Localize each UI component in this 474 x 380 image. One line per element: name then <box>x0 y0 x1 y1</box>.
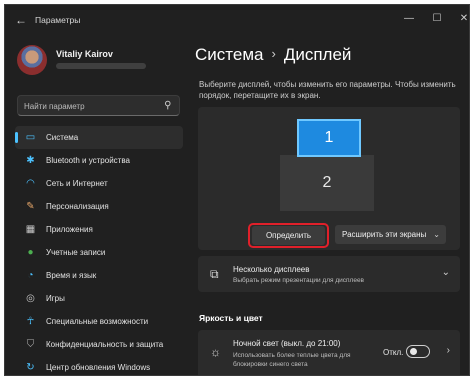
monitor-icon: ▭ <box>25 132 36 143</box>
sidebar-item-label: Учетные записи <box>46 248 106 257</box>
sidebar-item-label: Центр обновления Windows <box>46 363 151 372</box>
account-icon: ● <box>27 247 34 258</box>
brush-icon: ✎ <box>26 201 35 212</box>
wifi-icon: ◠ <box>26 178 35 189</box>
bluetooth-icon: ✱ <box>26 155 35 166</box>
user-email-redacted <box>56 63 146 69</box>
settings-window: ← Параметры — ☐ ✕ Vitaliy Kairov ⚲ ▭ Сис… <box>4 4 470 376</box>
sidebar-item-network[interactable]: ◠ Сеть и Интернет <box>15 172 183 195</box>
brightness-section-title: Яркость и цвет <box>199 313 263 323</box>
chevron-down-icon: ⌄ <box>433 230 440 239</box>
breadcrumb: Система › Дисплей <box>195 45 351 65</box>
gamepad-icon: ◎ <box>26 293 35 304</box>
multiple-displays-subtitle: Выбрать режим презентации для дисплеев <box>233 277 365 284</box>
sidebar-item-label: Специальные возможности <box>46 317 149 326</box>
night-light-title: Ночной свет (выкл. до 21:00) <box>233 339 341 348</box>
display-hint-text: Выберите дисплей, чтобы изменить его пар… <box>199 80 456 100</box>
search-box[interactable]: ⚲ <box>17 95 180 116</box>
night-light-subtitle: Использовать более теплые цвета для блок… <box>233 352 351 368</box>
breadcrumb-parent[interactable]: Система <box>195 45 263 64</box>
sidebar-item-bluetooth[interactable]: ✱ Bluetooth и устройства <box>15 149 183 172</box>
night-light-toggle[interactable] <box>406 345 430 358</box>
identify-button[interactable]: Определить <box>252 226 325 245</box>
back-arrow-icon[interactable]: ← <box>15 13 27 27</box>
monitor-2[interactable]: 2 <box>280 155 374 211</box>
minimize-button[interactable]: — <box>397 11 421 27</box>
night-light-toggle-label: Откл. <box>383 348 404 357</box>
user-name: Vitaliy Kairov <box>56 49 113 59</box>
maximize-button[interactable]: ☐ <box>425 11 449 27</box>
sidebar-item-windows-update[interactable]: ↻ Центр обновления Windows <box>15 356 183 375</box>
sidebar-item-apps[interactable]: ▦ Приложения <box>15 218 183 241</box>
title-bar: ← Параметры — ☐ ✕ <box>5 5 469 35</box>
multiple-displays-icon: ⧉ <box>210 267 219 281</box>
sidebar-item-accounts[interactable]: ● Учетные записи <box>15 241 183 264</box>
update-icon: ↻ <box>26 362 35 373</box>
avatar[interactable] <box>17 45 47 75</box>
monitor-label: 1 <box>324 129 334 146</box>
shield-icon: ⛉ <box>26 339 35 350</box>
sidebar-item-privacy[interactable]: ⛉ Конфиденциальность и защита <box>15 333 183 356</box>
breadcrumb-separator-icon: › <box>271 46 276 61</box>
sidebar-item-label: Персонализация <box>46 202 109 211</box>
sidebar-item-personalization[interactable]: ✎ Персонализация <box>15 195 183 218</box>
night-light-row[interactable]: ☼ Ночной свет (выкл. до 21:00) Использов… <box>198 330 460 375</box>
close-button[interactable]: ✕ <box>452 11 469 27</box>
monitor-label: 2 <box>322 174 332 191</box>
sidebar-item-gaming[interactable]: ◎ Игры <box>15 287 183 310</box>
extend-displays-select[interactable]: Расширить эти экраны ⌄ <box>335 225 446 244</box>
app-title: Параметры <box>35 15 81 25</box>
sidebar-item-accessibility[interactable]: ☥ Специальные возможности <box>15 310 183 333</box>
sidebar-item-label: Время и язык <box>46 271 97 280</box>
toggle-knob <box>410 348 417 355</box>
globe-clock-icon: ◔ <box>27 270 34 281</box>
apps-icon: ▦ <box>25 224 36 235</box>
sidebar-item-label: Игры <box>46 294 65 303</box>
sidebar-item-label: Сеть и Интернет <box>46 179 108 188</box>
sidebar-item-label: Приложения <box>46 225 93 234</box>
sun-icon: ☼ <box>210 345 221 359</box>
chevron-down-icon[interactable]: ⌄ <box>442 267 450 278</box>
chevron-right-icon[interactable]: › <box>447 345 450 356</box>
search-input[interactable] <box>24 99 154 113</box>
search-icon[interactable]: ⚲ <box>164 100 171 111</box>
multiple-displays-row[interactable]: ⧉ Несколько дисплеев Выбрать режим презе… <box>198 256 460 292</box>
sidebar-item-time-language[interactable]: ◔ Время и язык <box>15 264 183 287</box>
multiple-displays-title: Несколько дисплеев <box>233 265 310 274</box>
extend-displays-label: Расширить эти экраны <box>342 230 427 239</box>
page-title: Дисплей <box>283 45 352 64</box>
sidebar-item-label: Конфиденциальность и защита <box>46 340 164 349</box>
sidebar-nav: ▭ Система ✱ Bluetooth и устройства ◠ Сет… <box>15 126 183 375</box>
sidebar-item-label: Система <box>46 133 79 142</box>
monitor-1[interactable]: 1 <box>297 119 361 157</box>
sidebar-item-system[interactable]: ▭ Система <box>15 126 183 149</box>
sidebar-item-label: Bluetooth и устройства <box>46 156 130 165</box>
accessibility-icon: ☥ <box>26 316 35 327</box>
